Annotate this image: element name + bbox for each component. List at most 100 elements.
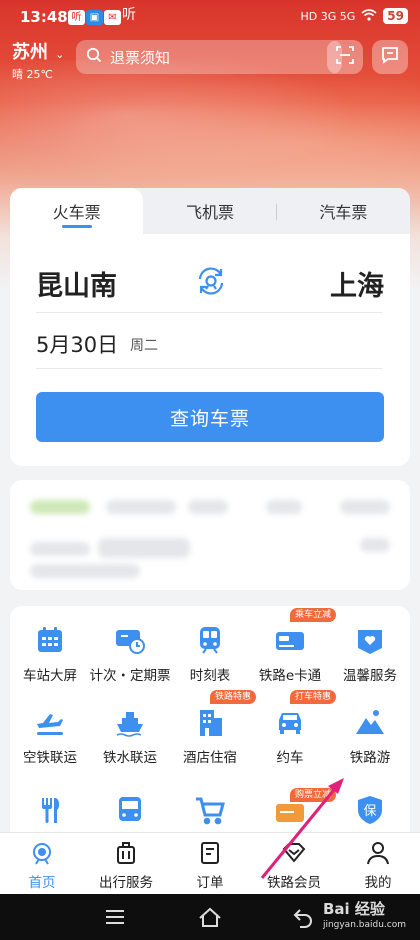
blurred-text [106, 500, 176, 514]
service-air-rail[interactable]: 空铁联运 [10, 688, 90, 768]
watermark-url: jingyan.baidu.com [322, 920, 406, 930]
battery-indicator: 59 [383, 8, 408, 24]
app-notification-icon: 听 [68, 10, 85, 25]
blurred-text [360, 538, 390, 552]
from-station[interactable]: 昆山南 [36, 264, 117, 303]
cart-icon [194, 794, 226, 826]
service-hotel[interactable]: 铁路特惠 酒店住宿 [170, 688, 257, 768]
ticket-card-icon [274, 794, 306, 826]
message-button[interactable] [372, 40, 408, 74]
service-station-screen[interactable]: 车站大屏 [10, 606, 90, 686]
status-time: 13:48 [20, 8, 68, 26]
watermark-brand: Bai 经验 [322, 900, 385, 918]
search-input[interactable]: 退票须知 [76, 40, 342, 74]
service-label: 计次・定期票 [89, 668, 171, 684]
service-label: 空铁联运 [23, 750, 77, 766]
blurred-text [188, 500, 228, 514]
service-label: 铁水联运 [103, 750, 157, 766]
network-indicator: HD 3G 5G [300, 9, 356, 23]
service-label: 时刻表 [189, 668, 231, 684]
nav-label: 首页 [28, 875, 56, 891]
blurred-text [266, 500, 302, 514]
message-icon [380, 45, 400, 69]
travel-date[interactable]: 5月30日 [36, 329, 118, 359]
order-icon [197, 840, 223, 866]
nav-travel-services[interactable]: 出行服务 [84, 833, 168, 895]
diamond-icon [281, 840, 307, 866]
status-indicators: HD 3G 5G 59 [301, 8, 408, 24]
nav-orders[interactable]: 订单 [168, 833, 252, 895]
tab-bus[interactable]: 汽车票 [277, 188, 410, 234]
blurred-text [30, 542, 90, 556]
divider [36, 312, 382, 313]
weather-text: 晴 25℃ [12, 68, 53, 81]
chevron-down-icon: ⌄ [55, 48, 65, 61]
home-nav-icon[interactable] [198, 906, 222, 932]
swap-icon [194, 267, 228, 302]
blurred-text [30, 564, 140, 578]
nav-label: 订单 [196, 875, 224, 891]
blurred-text [340, 500, 390, 514]
service-label: 酒店住宿 [183, 750, 237, 766]
divider [36, 368, 382, 369]
tab-train-label: 火车票 [52, 203, 101, 222]
ticket-clock-icon [114, 624, 146, 656]
nav-label: 铁路会员 [267, 875, 321, 891]
service-timetable[interactable]: 时刻表 [170, 606, 250, 686]
service-ecard[interactable]: 乘车立减 铁路e卡通 [250, 606, 337, 686]
nav-profile[interactable]: 我的 [336, 833, 420, 895]
tab-divider [276, 204, 277, 220]
back-icon[interactable] [292, 906, 314, 932]
plane-icon [34, 706, 66, 738]
query-tickets-button[interactable]: 查询车票 [36, 392, 384, 442]
city-name: 苏州 [12, 42, 48, 63]
train-icon [194, 624, 226, 656]
tab-bus-label: 汽车票 [319, 203, 368, 222]
service-ride[interactable]: 打车特惠 约车 [250, 688, 337, 768]
service-count-ticket[interactable]: 计次・定期票 [90, 606, 171, 686]
search-icon [86, 47, 102, 67]
menu-icon[interactable] [104, 908, 126, 930]
service-label: 温馨服务 [343, 668, 397, 684]
scan-button[interactable] [327, 40, 363, 74]
blurred-promo-card[interactable] [10, 480, 410, 590]
mountain-icon [354, 706, 386, 738]
home-icon [29, 840, 55, 866]
heart-service-icon [354, 624, 386, 656]
insurance-icon: 保 [354, 794, 386, 826]
calendar-icon [34, 624, 66, 656]
nav-home[interactable]: 首页 [0, 833, 84, 895]
nav-membership[interactable]: 铁路会员 [252, 833, 336, 895]
hotel-icon [194, 706, 226, 738]
wifi-icon [361, 8, 377, 24]
service-label: 约车 [276, 750, 304, 766]
swap-stations-button[interactable] [194, 264, 228, 298]
tab-train[interactable]: 火车票 [10, 188, 144, 234]
services-grid: 车站大屏 计次・定期票 时刻表 乘车立减 铁路e卡通 温馨服务 空铁联运 铁水联… [10, 606, 410, 846]
service-care[interactable]: 温馨服务 [330, 606, 410, 686]
ship-icon [114, 706, 146, 738]
listen-label: 听 [122, 7, 136, 23]
blurred-tag [30, 500, 90, 514]
app-notification-icon-2: ▣ [86, 10, 103, 25]
bottom-nav: 首页 出行服务 订单 铁路会员 我的 [0, 832, 420, 895]
search-placeholder: 退票须知 [110, 48, 171, 67]
user-icon [365, 840, 391, 866]
tab-flight-label: 飞机票 [185, 203, 234, 222]
insurance-glyph: 保 [363, 804, 376, 819]
car-icon [274, 706, 306, 738]
bus-icon [114, 794, 146, 826]
food-icon [34, 794, 66, 826]
tab-flight[interactable]: 飞机票 [143, 188, 276, 234]
luggage-icon [113, 840, 139, 866]
service-rail-water[interactable]: 铁水联运 [90, 688, 170, 768]
city-selector[interactable]: 苏州 ⌄ 晴 25℃ [12, 38, 64, 82]
status-bar: 13:48 听 ▣ ✉ 听 HD 3G 5G 59 [0, 0, 420, 34]
service-rail-travel[interactable]: 铁路游 [330, 688, 410, 768]
mail-icon: ✉ [104, 10, 121, 25]
to-station[interactable]: 上海 [330, 264, 384, 303]
card-icon [274, 624, 306, 656]
blurred-text [98, 538, 190, 558]
booking-card: 火车票 飞机票 汽车票 昆山南 上海 5月30日 周二 查询车票 [10, 188, 410, 466]
nav-label: 我的 [364, 875, 392, 891]
